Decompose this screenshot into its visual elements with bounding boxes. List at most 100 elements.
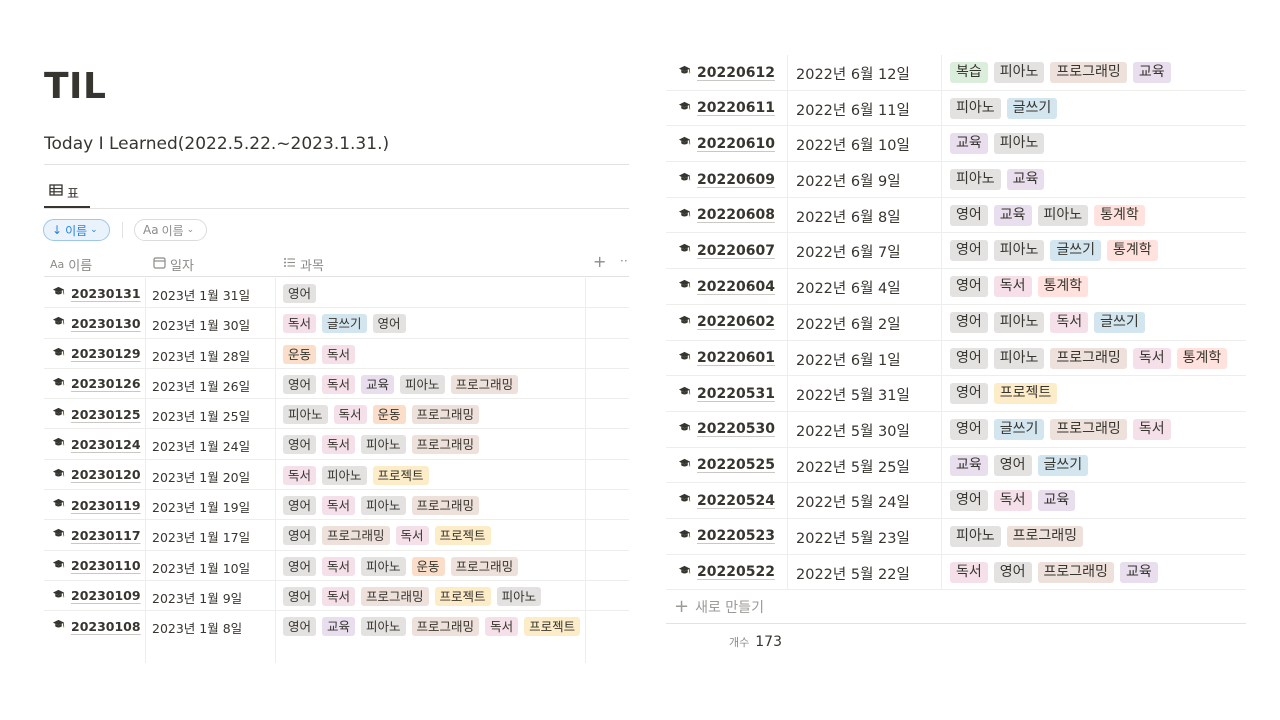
- row-tags[interactable]: 독서 피아노 프로젝트: [283, 465, 583, 485]
- add-column-button[interactable]: +: [593, 252, 606, 271]
- row-tags[interactable]: 영어 독서 피아노 프로그래밍: [283, 435, 583, 455]
- row-tags[interactable]: 교육 영어 글쓰기: [950, 454, 1246, 476]
- row-tags[interactable]: 영어 프로그래밍 독서 프로젝트: [283, 526, 583, 546]
- row-title[interactable]: 20220608: [678, 207, 775, 224]
- subject-tag: 통계학: [1094, 204, 1145, 226]
- table-row[interactable]: 20230119 2023년 1월 19일 영어 독서 피아노 프로그래밍: [44, 490, 629, 521]
- table-row[interactable]: 20220531 2022년 5월 31일 영어 프로젝트: [666, 376, 1246, 412]
- row-title[interactable]: 20220609: [678, 171, 775, 188]
- row-tags[interactable]: 영어 글쓰기 프로그래밍 독서: [950, 418, 1246, 440]
- row-title[interactable]: 20230117: [52, 527, 141, 543]
- row-tags[interactable]: 영어 프로젝트: [950, 383, 1246, 405]
- row-tags[interactable]: 영어 독서 피아노 운동 프로그래밍: [283, 556, 583, 576]
- row-title[interactable]: 20220601: [678, 350, 775, 367]
- row-title[interactable]: 20230119: [52, 497, 141, 513]
- table-row[interactable]: 20230126 2023년 1월 26일 영어 독서 교육 피아노 프로그래밍: [44, 369, 629, 400]
- table-row[interactable]: 20220607 2022년 6월 7일 영어 피아노 글쓰기 통계학: [666, 233, 1246, 270]
- row-title[interactable]: 20230125: [52, 406, 141, 422]
- row-title[interactable]: 20220522: [678, 564, 775, 581]
- row-tags[interactable]: 피아노 글쓰기: [950, 97, 1246, 119]
- row-tags[interactable]: 독서 영어 프로그래밍 교육: [950, 561, 1246, 583]
- table-row[interactable]: 20230125 2023년 1월 25일 피아노 독서 운동 프로그래밍: [44, 399, 629, 430]
- row-title[interactable]: 20230124: [52, 436, 141, 452]
- row-tags[interactable]: 영어 교육 피아노 프로그래밍 독서 프로젝트: [283, 617, 583, 637]
- column-header-subject[interactable]: 과목: [283, 255, 324, 274]
- row-tags[interactable]: 영어 독서 피아노 프로그래밍: [283, 496, 583, 516]
- table-row[interactable]: 20220525 2022년 5월 25일 교육 영어 글쓰기: [666, 448, 1246, 484]
- row-title[interactable]: 20220607: [678, 242, 775, 259]
- row-tags[interactable]: 독서 글쓰기 영어: [283, 314, 583, 334]
- table-row[interactable]: 20230120 2023년 1월 20일 독서 피아노 프로젝트: [44, 460, 629, 491]
- table-row[interactable]: 20220610 2022년 6월 10일 교육 피아노: [666, 126, 1246, 163]
- subject-tag: 독서: [993, 276, 1032, 298]
- row-title[interactable]: 20220610: [678, 135, 775, 152]
- sort-button[interactable]: ↓ 이름 ⌄: [43, 219, 110, 241]
- row-title-text: 20220610: [697, 135, 775, 152]
- row-tags[interactable]: 피아노 독서 운동 프로그래밍: [283, 405, 583, 425]
- row-title[interactable]: 20230131: [52, 285, 141, 301]
- row-title[interactable]: 20220612: [678, 64, 775, 81]
- graduation-cap-icon: [52, 376, 65, 392]
- row-tags[interactable]: 영어 독서 프로그래밍 프로젝트 피아노: [283, 586, 583, 606]
- row-tags[interactable]: 영어 피아노 글쓰기 통계학: [950, 240, 1246, 262]
- subject-tag: 피아노: [993, 240, 1045, 262]
- row-tags[interactable]: 영어 독서 교육 피아노 프로그래밍: [283, 374, 583, 394]
- table-row[interactable]: 20220522 2022년 5월 22일 독서 영어 프로그래밍 교육: [666, 555, 1246, 591]
- row-tags[interactable]: 복습 피아노 프로그래밍 교육: [950, 62, 1246, 83]
- row-tags[interactable]: 영어: [283, 284, 583, 303]
- row-tags[interactable]: 피아노 프로그래밍: [950, 525, 1246, 547]
- row-tags[interactable]: 피아노 교육: [950, 169, 1246, 191]
- subject-tag: 독서: [1050, 311, 1089, 333]
- row-tags[interactable]: 교육 피아노: [950, 133, 1246, 155]
- row-title[interactable]: 20220523: [678, 528, 775, 545]
- row-tags[interactable]: 영어 독서 교육: [950, 490, 1246, 512]
- row-title[interactable]: 20220525: [678, 457, 775, 474]
- table-row[interactable]: 20230117 2023년 1월 17일 영어 프로그래밍 독서 프로젝트: [44, 520, 629, 551]
- row-title[interactable]: 20220531: [678, 385, 775, 402]
- column-header-name[interactable]: Aa 이름: [50, 255, 92, 274]
- table-row[interactable]: 20220611 2022년 6월 11일 피아노 글쓰기: [666, 91, 1246, 127]
- tab-table-view[interactable]: 표: [44, 178, 90, 208]
- table-row[interactable]: 20230124 2023년 1월 24일 영어 독서 피아노 프로그래밍: [44, 429, 629, 460]
- subject-tag: 독서: [283, 465, 317, 485]
- row-title[interactable]: 20230126: [52, 376, 141, 392]
- table-row[interactable]: 20220601 2022년 6월 1일 영어 피아노 프로그래밍 독서 통계학: [666, 341, 1246, 377]
- table-row[interactable]: 20220604 2022년 6월 4일 영어 독서 통계학: [666, 269, 1246, 305]
- row-title[interactable]: 20220524: [678, 492, 775, 509]
- table-row[interactable]: 20230110 2023년 1월 10일 영어 독서 피아노 운동 프로그래밍: [44, 551, 629, 581]
- table-row[interactable]: 20230130 2023년 1월 30일 독서 글쓰기 영어: [44, 308, 629, 339]
- row-title[interactable]: 20230130: [52, 315, 141, 331]
- row-title[interactable]: 20230120: [52, 467, 141, 483]
- row-title[interactable]: 20220604: [678, 278, 775, 295]
- row-title[interactable]: 20220530: [678, 421, 775, 438]
- row-title[interactable]: 20230129: [52, 346, 141, 362]
- table-row[interactable]: 20230131 2023년 1월 31일 영어: [44, 278, 629, 309]
- more-options-button[interactable]: ··: [620, 254, 628, 268]
- table-row[interactable]: 20230129 2023년 1월 28일 운동 독서: [44, 339, 629, 369]
- row-tags[interactable]: 영어 교육 피아노 통계학: [950, 204, 1246, 226]
- count-value: 173: [755, 634, 782, 650]
- column-header-date[interactable]: 일자: [153, 255, 194, 274]
- row-title[interactable]: 20230108: [52, 618, 141, 634]
- new-row-button[interactable]: + 새로 만들기: [666, 590, 1246, 624]
- row-date: 2022년 6월 9일: [796, 174, 901, 191]
- table-row[interactable]: 20220524 2022년 5월 24일 영어 독서 교육: [666, 483, 1246, 519]
- table-row[interactable]: 20220523 2022년 5월 23일 피아노 프로그래밍: [666, 519, 1246, 555]
- row-tags[interactable]: 영어 피아노 프로그래밍 독서 통계학: [950, 347, 1246, 369]
- row-tags[interactable]: 운동 독서: [283, 344, 583, 364]
- filter-button[interactable]: Aa 이름 ⌄: [134, 219, 207, 241]
- column-header-label: 일자: [170, 259, 194, 274]
- table-row[interactable]: 20220612 2022년 6월 12일 복습 피아노 프로그래밍 교육: [666, 55, 1246, 91]
- row-title[interactable]: 20220602: [678, 314, 775, 331]
- row-tags[interactable]: 영어 독서 통계학: [950, 276, 1246, 298]
- table-row[interactable]: 20230109 2023년 1월 9일 영어 독서 프로그래밍 프로젝트 피아노: [44, 581, 629, 612]
- row-tags[interactable]: 영어 피아노 독서 글쓰기: [950, 311, 1246, 333]
- table-row[interactable]: 20220602 2022년 6월 2일 영어 피아노 독서 글쓰기: [666, 305, 1246, 341]
- table-row[interactable]: 20220609 2022년 6월 9일 피아노 교육: [666, 162, 1246, 198]
- row-title[interactable]: 20230110: [52, 558, 141, 574]
- row-title[interactable]: 20230109: [52, 588, 141, 604]
- table-row[interactable]: 20230108 2023년 1월 8일 영어 교육 피아노 프로그래밍 독서 프로젝트: [44, 611, 629, 661]
- table-row[interactable]: 20220608 2022년 6월 8일 영어 교육 피아노 통계학: [666, 198, 1246, 234]
- table-row[interactable]: 20220530 2022년 5월 30일 영어 글쓰기 프로그래밍 독서: [666, 412, 1246, 448]
- row-title[interactable]: 20220611: [678, 100, 775, 117]
